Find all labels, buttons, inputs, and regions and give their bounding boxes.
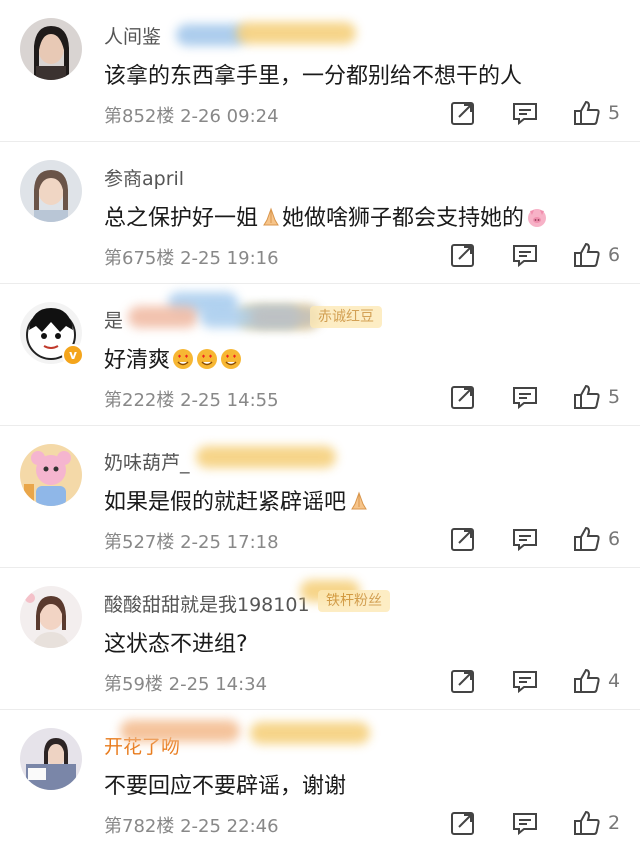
comment-icon[interactable] <box>510 98 540 128</box>
comment-meta: 第782楼 2-25 22:46 <box>104 812 279 838</box>
username[interactable]: 人间鉴 <box>104 22 161 49</box>
comment-item: 奶味葫芦_ 如果是假的就赶紧辟谣吧 第527楼 2-25 17:18 6 <box>0 426 640 568</box>
avatar[interactable] <box>20 728 82 790</box>
comment-time: 2-26 09:24 <box>180 106 279 127</box>
thumbs-up-icon[interactable] <box>572 98 602 128</box>
like-count: 5 <box>608 102 621 124</box>
floor-number: 第852楼 <box>104 106 175 127</box>
redacted-mark <box>196 446 336 468</box>
comment-text: 这状态不进组? <box>104 632 248 657</box>
share-icon[interactable] <box>448 240 478 270</box>
redacted-mark <box>128 306 198 328</box>
floor-number: 第527楼 <box>104 532 175 553</box>
comment-icon[interactable] <box>510 808 540 838</box>
fan-badge: 铁杆粉丝 <box>318 590 390 612</box>
floor-number: 第222楼 <box>104 390 175 411</box>
username[interactable]: 奶味葫芦_ <box>104 448 190 475</box>
floor-number: 第675楼 <box>104 248 175 269</box>
floor-number: 第59楼 <box>104 674 163 695</box>
comment-meta: 第675楼 2-25 19:16 <box>104 244 279 270</box>
username[interactable]: 酸酸甜甜就是我198101 <box>104 590 310 617</box>
comment-time: 2-25 22:46 <box>180 816 279 837</box>
comment-time: 2-25 17:18 <box>180 532 279 553</box>
fan-badge: 赤诚红豆 <box>310 306 382 328</box>
comment-meta: 第852楼 2-26 09:24 <box>104 102 279 128</box>
comment-item: 参商april 总之保护好一姐 她做啥狮子都会支持她的 第675楼 2-25 19… <box>0 142 640 328</box>
avatar[interactable] <box>20 444 82 506</box>
comment-list: 人间鉴 该拿的东西拿手里，一分都别给不想干的人 第852楼 2-26 09:24… <box>0 0 640 852</box>
comment-meta: 第222楼 2-25 14:55 <box>104 386 279 412</box>
comment-time: 2-25 14:34 <box>168 674 268 695</box>
comment-time: 2-25 14:55 <box>180 390 279 411</box>
share-icon[interactable] <box>448 808 478 838</box>
comment-text: 该拿的东西拿手里，一分都别给不想干的人 <box>104 64 523 89</box>
like-count: 6 <box>608 528 621 550</box>
pig-face-icon <box>526 206 548 228</box>
comment-item: v 是 赤诚红豆 好清爽 第222楼 2-25 14:55 5 <box>0 284 640 426</box>
share-icon[interactable] <box>448 666 478 696</box>
thumbs-up-icon[interactable] <box>572 382 602 412</box>
redacted-mark <box>120 720 240 742</box>
heart-eyes-icon <box>220 348 242 370</box>
comment-text-part: 如果是假的就赶紧辟谣吧 <box>104 490 347 515</box>
like-count: 5 <box>608 386 621 408</box>
thumbs-up-icon[interactable] <box>572 240 602 270</box>
comment-text: 总之保护好一姐 她做啥狮子都会支持她的 <box>104 200 548 232</box>
comment-item: 开花了吻 不要回应不要辟谣，谢谢 第782楼 2-25 22:46 2 <box>0 710 640 852</box>
comment-icon[interactable] <box>510 382 540 412</box>
share-icon[interactable] <box>448 98 478 128</box>
heart-eyes-icon <box>196 348 218 370</box>
username[interactable]: 参商april <box>104 164 184 191</box>
comment-text: 好清爽 <box>104 342 242 374</box>
comment-icon[interactable] <box>510 240 540 270</box>
share-icon[interactable] <box>448 524 478 554</box>
praying-hands-icon <box>348 490 370 512</box>
verified-badge: v <box>62 344 84 366</box>
thumbs-up-icon[interactable] <box>572 808 602 838</box>
comment-text-part: 她做啥狮子都会支持她的 <box>282 206 525 231</box>
comment-meta: 第527楼 2-25 17:18 <box>104 528 279 554</box>
comment-text: 如果是假的就赶紧辟谣吧 <box>104 484 370 516</box>
comment-text: 不要回应不要辟谣，谢谢 <box>104 774 347 799</box>
thumbs-up-icon[interactable] <box>572 524 602 554</box>
avatar[interactable] <box>20 160 82 222</box>
share-icon[interactable] <box>448 382 478 412</box>
comment-icon[interactable] <box>510 666 540 696</box>
comment-meta: 第59楼 2-25 14:34 <box>104 670 267 696</box>
comment-text-part: 好清爽 <box>104 348 171 373</box>
praying-hands-icon <box>260 206 282 228</box>
comment-item: 人间鉴 该拿的东西拿手里，一分都别给不想干的人 第852楼 2-26 09:24… <box>0 0 640 142</box>
heart-eyes-icon <box>172 348 194 370</box>
comment-time: 2-25 19:16 <box>180 248 279 269</box>
comment-text-part: 总之保护好一姐 <box>104 206 259 231</box>
comment-item: 酸酸甜甜就是我198101 铁杆粉丝 这状态不进组? 第59楼 2-25 14:… <box>0 568 640 710</box>
redacted-mark <box>236 22 356 44</box>
redacted-mark <box>250 722 370 744</box>
like-count: 2 <box>608 812 621 834</box>
thumbs-up-icon[interactable] <box>572 666 602 696</box>
avatar[interactable] <box>20 18 82 80</box>
floor-number: 第782楼 <box>104 816 175 837</box>
username[interactable]: 是 <box>104 306 123 333</box>
avatar[interactable] <box>20 586 82 648</box>
like-count: 6 <box>608 244 621 266</box>
like-count: 4 <box>608 670 621 692</box>
comment-icon[interactable] <box>510 524 540 554</box>
